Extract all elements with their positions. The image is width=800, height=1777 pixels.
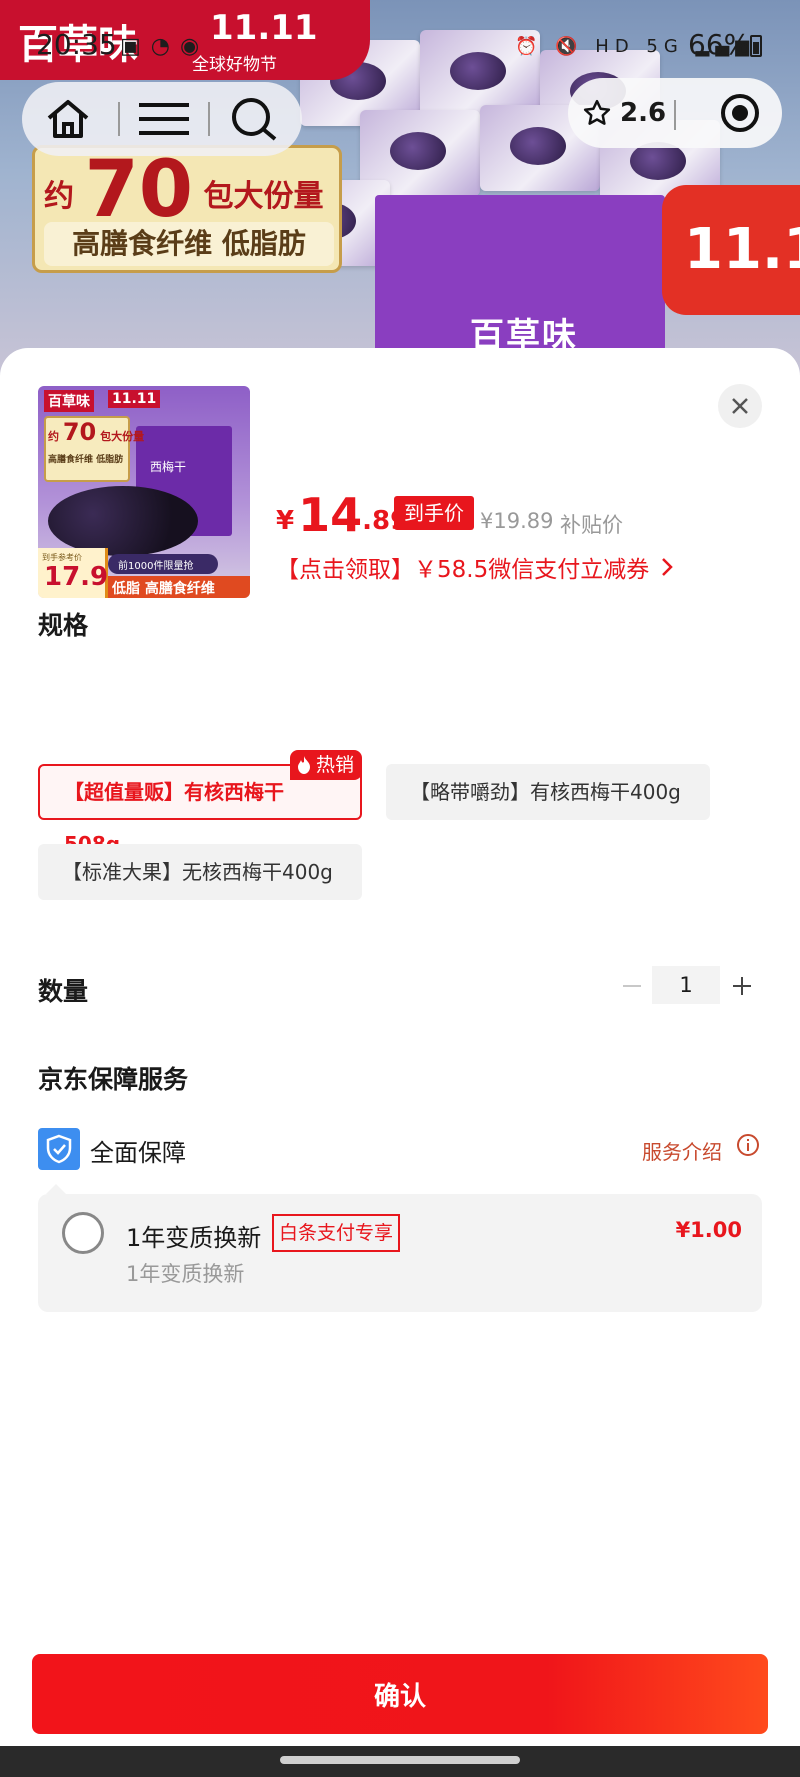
plus-icon <box>733 977 751 995</box>
service-item-card[interactable]: 1年变质换新 白条支付专享 1年变质换新 ¥1.00 <box>38 1194 762 1312</box>
service-price: ¥1.00 <box>675 1218 742 1242</box>
close-button[interactable] <box>718 384 762 428</box>
final-price: ¥ 14 .89 <box>276 488 408 538</box>
thumb-bag-text: 西梅干 <box>150 460 187 474</box>
thumb-event-logo: 11.11 <box>108 390 161 408</box>
close-icon <box>732 398 748 414</box>
hero-promo-line2: 高膳食纤维 低脂肪 <box>44 222 334 266</box>
confirm-button[interactable]: 确认 <box>32 1654 768 1734</box>
search-button[interactable] <box>214 82 294 156</box>
guarantee-category: 全面保障 <box>90 1139 186 1167</box>
nav-divider <box>118 102 120 136</box>
thumb-limited-text: 前1000件限量抢 <box>118 561 194 572</box>
status-bar: 20:35 ▣◔◉ ⏰ 🔇 HD 5G ▂▄▆ 66% <box>0 24 800 68</box>
hero-promo-line1: 约 70 包大份量 <box>44 151 324 229</box>
sku-selector-sheet: 西梅干 百草味 11.11 约 70 包大份量 高膳食纤维 低脂肪 到手参考价 … <box>0 348 800 1746</box>
capsule-divider <box>674 100 676 130</box>
notification-icons: ▣◔◉ <box>120 34 210 59</box>
thumb-brand-logo: 百草味 <box>44 390 94 412</box>
subsidy-price-label: 补贴价 <box>560 513 623 537</box>
home-indicator[interactable] <box>280 1756 520 1764</box>
home-button[interactable] <box>28 82 108 156</box>
minus-icon <box>623 985 641 987</box>
hero-promo-prefix: 约 <box>44 179 74 214</box>
star-outline-icon <box>583 99 611 125</box>
spec-title: 规格 <box>38 611 89 640</box>
floating-nav-bar <box>22 82 302 156</box>
search-icon <box>232 98 277 141</box>
thumb-feature-text: 低脂 高膳食纤维 <box>112 581 215 597</box>
service-name: 1年变质换新 <box>126 1224 262 1252</box>
hero-event-badge: 11.11 <box>662 185 800 315</box>
service-desc: 1年变质换新 <box>126 1262 245 1286</box>
battery-icon <box>750 35 762 57</box>
quantity-value[interactable]: 1 <box>652 966 720 1004</box>
status-time: 20:35 <box>36 28 117 61</box>
service-intro-link[interactable]: 服务介绍 <box>642 1136 722 1165</box>
quantity-decrease-button[interactable] <box>614 968 650 1004</box>
fire-icon <box>298 756 310 774</box>
price-badge: 到手价 <box>394 496 474 530</box>
menu-icon <box>139 103 189 135</box>
quantity-increase-button[interactable] <box>724 968 760 1004</box>
network-label: HD 5G <box>595 36 684 57</box>
target-icon <box>721 94 759 132</box>
mini-program-capsule: 2.6 <box>568 78 782 148</box>
shield-check-icon <box>38 1128 80 1170</box>
close-mini-program-button[interactable] <box>698 78 782 148</box>
subsidy-price: ¥19.89 <box>480 509 554 533</box>
coupon-link[interactable]: 【点击领取】￥58.5微信支付立减券 <box>276 550 673 584</box>
service-card-pointer <box>46 1184 66 1194</box>
thumb-promo-number: 70 <box>62 418 97 446</box>
price-integer: 14 <box>298 488 363 542</box>
service-radio[interactable] <box>62 1212 104 1254</box>
thumb-promo-line1: 约 70 包大份量 <box>48 418 144 446</box>
thumb-prunes-image <box>48 486 198 556</box>
home-icon <box>47 100 89 138</box>
battery-percent: 66% <box>688 28 751 61</box>
chevron-right-icon <box>662 558 673 576</box>
rating-value: 2.6 <box>620 98 667 128</box>
coupon-text: 【点击领取】￥58.5微信支付立减券 <box>276 557 650 583</box>
thumb-promo-suffix: 包大份量 <box>100 430 145 443</box>
thumb-promo-line2: 高膳食纤维 低脂肪 <box>48 455 124 465</box>
thumb-price: 17.9 <box>44 562 109 592</box>
price-currency: ¥ <box>276 506 295 536</box>
product-thumbnail[interactable]: 西梅干 百草味 11.11 约 70 包大份量 高膳食纤维 低脂肪 到手参考价 … <box>38 386 250 598</box>
service-title: 京东保障服务 <box>38 1065 189 1094</box>
hot-sale-badge: 热销 <box>290 750 363 780</box>
thumb-promo-prefix: 约 <box>48 430 59 443</box>
hero-promo-suffix: 包大份量 <box>203 179 324 214</box>
spec-option-400g-pitless[interactable]: 【标准大果】无核西梅干400g <box>38 844 362 900</box>
menu-button[interactable] <box>124 82 204 156</box>
nav-divider <box>208 102 210 136</box>
quantity-title: 数量 <box>38 977 89 1006</box>
hot-sale-label: 热销 <box>316 754 355 776</box>
service-tag: 白条支付专享 <box>272 1214 401 1252</box>
spec-option-400g-chewy[interactable]: 【略带嚼劲】有核西梅干400g <box>386 764 710 820</box>
info-icon[interactable] <box>736 1133 760 1157</box>
